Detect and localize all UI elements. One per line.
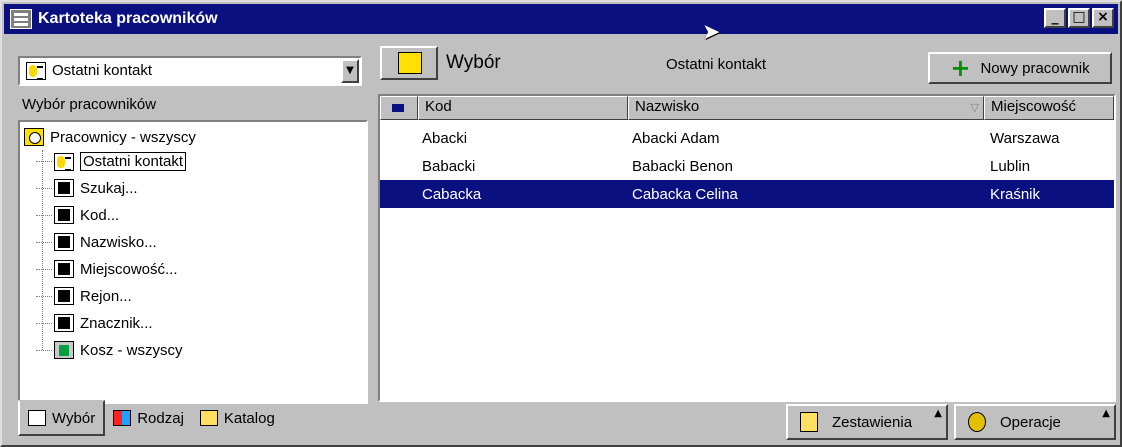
tab-katalog[interactable]: Katalog [192, 402, 283, 434]
tab-label: Katalog [223, 409, 275, 427]
close-button[interactable]: × [1092, 8, 1114, 28]
cell-nazwisko: Abacki Adam [632, 129, 720, 147]
cell-miejscowosc: Kraśnik [990, 185, 1041, 203]
right-panel: Wybór Ostatni kontakt + Nowy pracownik K… [370, 42, 1116, 442]
reports-button[interactable]: Zestawienia ▲ [786, 404, 948, 440]
left-tabs: Wybór Rodzaj Katalog [18, 400, 368, 438]
table-row[interactable]: Babacki Babacki Benon Lublin [380, 152, 1114, 180]
tree-item-kod[interactable]: Kod... [36, 206, 119, 224]
selection-subtitle: Ostatni kontakt [666, 56, 767, 73]
tree-item-label: Rejon... [80, 287, 132, 305]
tab-rodzaj[interactable]: Rodzaj [105, 402, 192, 434]
caret-up-icon: ▲ [1102, 408, 1110, 419]
tree-branch [36, 187, 52, 189]
table-row[interactable]: Abacki Abacki Adam Warszawa [380, 124, 1114, 152]
cell-miejscowosc: Lublin [990, 157, 1031, 175]
tree-item-label: Nazwisko... [80, 233, 157, 251]
selection-tree: Pracownicy - wszyscy Ostatni kontakt Szu… [18, 120, 368, 404]
reports-label: Zestawienia [832, 413, 913, 431]
tree-branch [36, 322, 52, 324]
selection-combo[interactable]: Ostatni kontakt ▼ [18, 56, 362, 86]
maximize-button[interactable]: □ [1068, 8, 1090, 28]
cell-kod: Abacki [422, 129, 468, 147]
new-employee-label: Nowy pracownik [980, 59, 1090, 77]
tree-branch [36, 161, 52, 162]
report-icon [800, 412, 818, 432]
tree-branch [36, 268, 52, 270]
app-window: Kartoteka pracowników _ □ × ➤ Ostatni ko… [0, 0, 1122, 447]
caret-up-icon: ▲ [934, 408, 942, 419]
new-employee-button[interactable]: + Nowy pracownik [928, 52, 1112, 84]
tree-item-rejon[interactable]: Rejon... [36, 287, 132, 305]
combo-value: Ostatni kontakt [26, 62, 341, 81]
tree-item-label: Szukaj... [80, 179, 138, 197]
trash-icon [54, 341, 74, 359]
select-all-column[interactable] [380, 96, 418, 120]
chevron-down-icon[interactable]: ▼ [341, 59, 359, 83]
cell-miejscowosc: Warszawa [990, 129, 1060, 147]
tree-item-znacznik[interactable]: Znacznik... [36, 314, 153, 332]
bottom-toolbar: Zestawienia ▲ Operacje ▲ [786, 404, 1116, 440]
tree-item-szukaj[interactable]: Szukaj... [36, 179, 138, 197]
binoculars-icon [54, 233, 74, 251]
tree-item-root[interactable]: Pracownicy - wszyscy [24, 128, 196, 146]
tree-item-label: Kod... [80, 206, 120, 224]
cell-nazwisko: Cabacka Celina [632, 185, 738, 203]
tree-item-label: Miejscowość... [80, 260, 178, 278]
gear-icon [968, 412, 986, 432]
app-icon [10, 9, 32, 29]
tree-item-label: Ostatni kontakt [80, 152, 187, 171]
selection-people-icon[interactable] [380, 46, 438, 80]
operations-button[interactable]: Operacje ▲ [954, 404, 1116, 440]
tab-label: Rodzaj [137, 409, 184, 427]
cell-kod: Babacki [422, 157, 476, 175]
employee-table: Kod Nazwisko ▽ Miejscowość Abacki Abacki… [378, 94, 1116, 402]
selection-title: Wybór [446, 52, 501, 73]
left-panel: Ostatni kontakt ▼ Wybór pracowników Prac… [10, 42, 368, 442]
minimize-button[interactable]: _ [1044, 8, 1066, 28]
table-header: Kod Nazwisko ▽ Miejscowość [380, 96, 1114, 120]
group-label: Wybór pracowników [22, 96, 157, 113]
tree-item-label: Kosz - wszyscy [80, 341, 183, 359]
document-icon [28, 410, 46, 426]
title-bar[interactable]: Kartoteka pracowników _ □ × [4, 4, 1118, 34]
tree-branch [36, 214, 52, 216]
cell-nazwisko: Babacki Benon [632, 157, 733, 175]
operations-label: Operacje [1000, 413, 1061, 431]
sort-icon: ▽ [970, 101, 979, 114]
window-controls: _ □ × [1044, 8, 1114, 28]
column-header-miejscowosc[interactable]: Miejscowość [984, 96, 1114, 120]
tree-item-label: Pracownicy - wszyscy [50, 128, 196, 146]
binoculars-icon [54, 206, 74, 224]
column-header-kod[interactable]: Kod [418, 96, 628, 120]
column-header-nazwisko[interactable]: Nazwisko ▽ [628, 96, 984, 120]
people-icon [24, 128, 44, 146]
tree-branch [36, 241, 52, 243]
categories-icon [113, 410, 132, 426]
binoculars-icon [54, 260, 74, 278]
plus-icon: + [950, 54, 971, 82]
tree-item-miejscowosc[interactable]: Miejscowość... [36, 260, 178, 278]
tree-item-nazwisko[interactable]: Nazwisko... [36, 233, 157, 251]
recent-contact-icon [26, 62, 46, 81]
binoculars-icon [54, 179, 74, 197]
window-title: Kartoteka pracowników [38, 10, 218, 27]
cell-kod: Cabacka [422, 185, 482, 203]
recent-contact-icon [54, 152, 74, 171]
column-header-label: Nazwisko [635, 98, 700, 115]
tab-wybor[interactable]: Wybór [18, 400, 106, 436]
folder-icon [199, 410, 218, 426]
tree-branch [36, 349, 52, 351]
binoculars-icon [54, 287, 74, 305]
tree-branch [36, 295, 52, 297]
tree-item-ostatni-kontakt[interactable]: Ostatni kontakt [36, 152, 187, 171]
tree-item-kosz[interactable]: Kosz - wszyscy [36, 341, 183, 359]
table-row-selected[interactable]: Cabacka Cabacka Celina Kraśnik [380, 180, 1114, 208]
binoculars-icon [54, 314, 74, 332]
tree-item-label: Znacznik... [80, 314, 153, 332]
tab-label: Wybór [52, 409, 96, 427]
